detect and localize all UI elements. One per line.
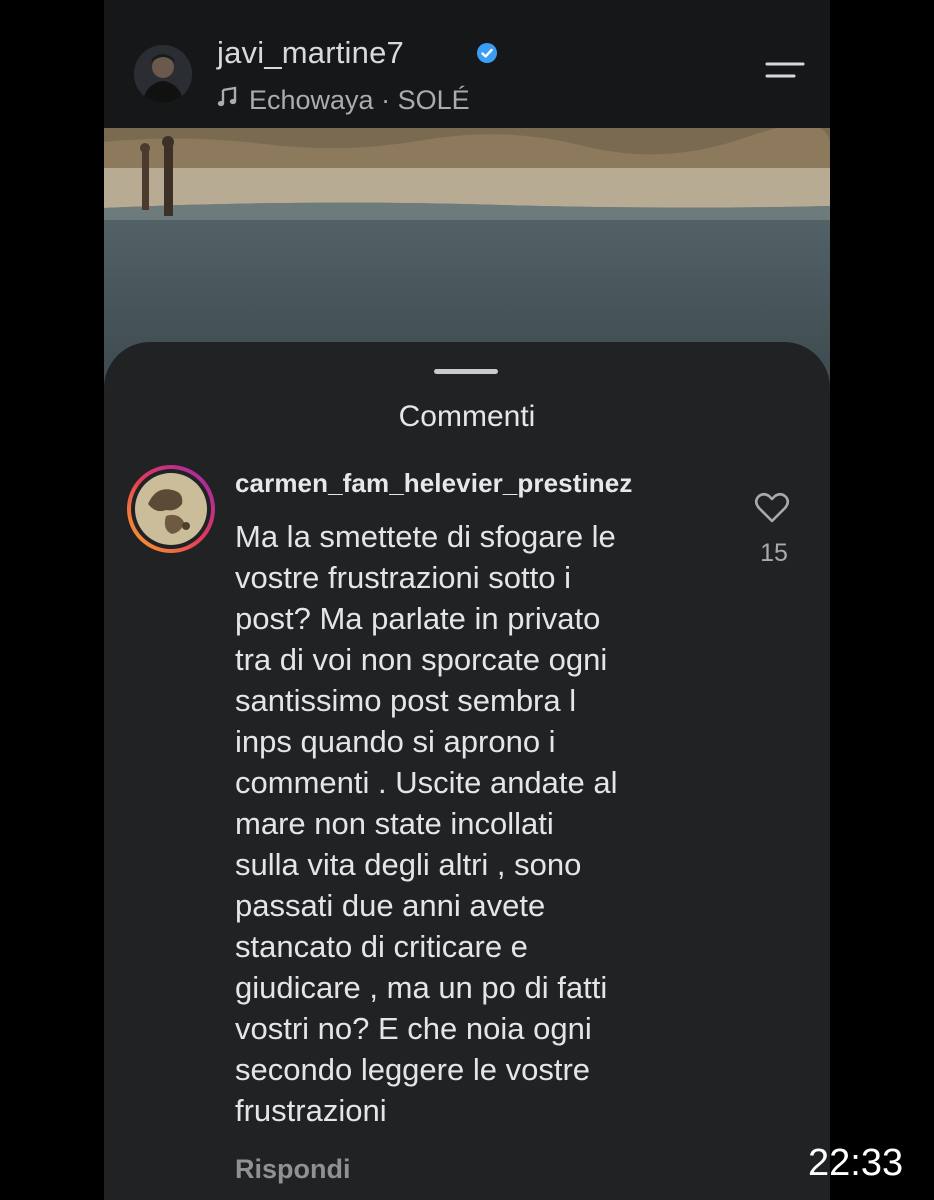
comment-line: vostre frustrazioni sotto i xyxy=(235,560,571,595)
post-author-username[interactable]: javi_martine7 xyxy=(217,35,404,71)
sheet-drag-handle[interactable] xyxy=(434,369,498,374)
comment-line: tra di voi non sporcate ogni xyxy=(235,642,608,677)
comment-line: sulla vita degli altri , sono xyxy=(235,847,582,882)
music-note-icon xyxy=(217,86,237,107)
timestamp-overlay: 22:33 xyxy=(808,1142,904,1184)
heart-icon[interactable] xyxy=(754,492,790,524)
verified-badge-icon xyxy=(477,43,497,63)
post-header: javi_martine7 Echowaya · SOLÉ xyxy=(104,0,830,128)
commenter-avatar[interactable] xyxy=(126,464,216,554)
audio-track-label[interactable]: Echowaya · SOLÉ xyxy=(249,85,470,116)
phone-screen: javi_martine7 Echowaya · SOLÉ Commenti c… xyxy=(104,0,830,1200)
comment-text: Ma la smettete di sfogare le vostre frus… xyxy=(235,516,735,1131)
commenter-username[interactable]: carmen_fam_helevier_prestinez xyxy=(235,468,632,499)
comment-line: passati due anni avete xyxy=(235,888,546,923)
comment-line: santissimo post sembra l xyxy=(235,683,577,718)
comment-line: mare non state incollati xyxy=(235,806,554,841)
comment-line: Ma la smettete di sfogare le xyxy=(235,519,616,554)
comment-line: secondo leggere le vostre xyxy=(235,1052,591,1087)
comment-line: giudicare , ma un po di fatti xyxy=(235,970,608,1005)
comment-line: stancato di criticare e xyxy=(235,929,528,964)
comment-line: inps quando si aprono i xyxy=(235,724,556,759)
comment-line: frustrazioni xyxy=(235,1093,387,1128)
comment-line: commenti . Uscite andate al xyxy=(235,765,618,800)
like-count: 15 xyxy=(760,539,788,567)
comment-line: vostri no? E che noia ogni xyxy=(235,1011,592,1046)
comments-sheet: Commenti carmen_fam_helevier_prestinez M… xyxy=(104,342,830,1200)
menu-icon[interactable] xyxy=(764,58,806,92)
reply-button[interactable]: Rispondi xyxy=(235,1154,351,1185)
sheet-title: Commenti xyxy=(398,400,536,433)
comment-line: post? Ma parlate in privato xyxy=(235,601,601,636)
post-author-avatar[interactable] xyxy=(134,45,192,103)
